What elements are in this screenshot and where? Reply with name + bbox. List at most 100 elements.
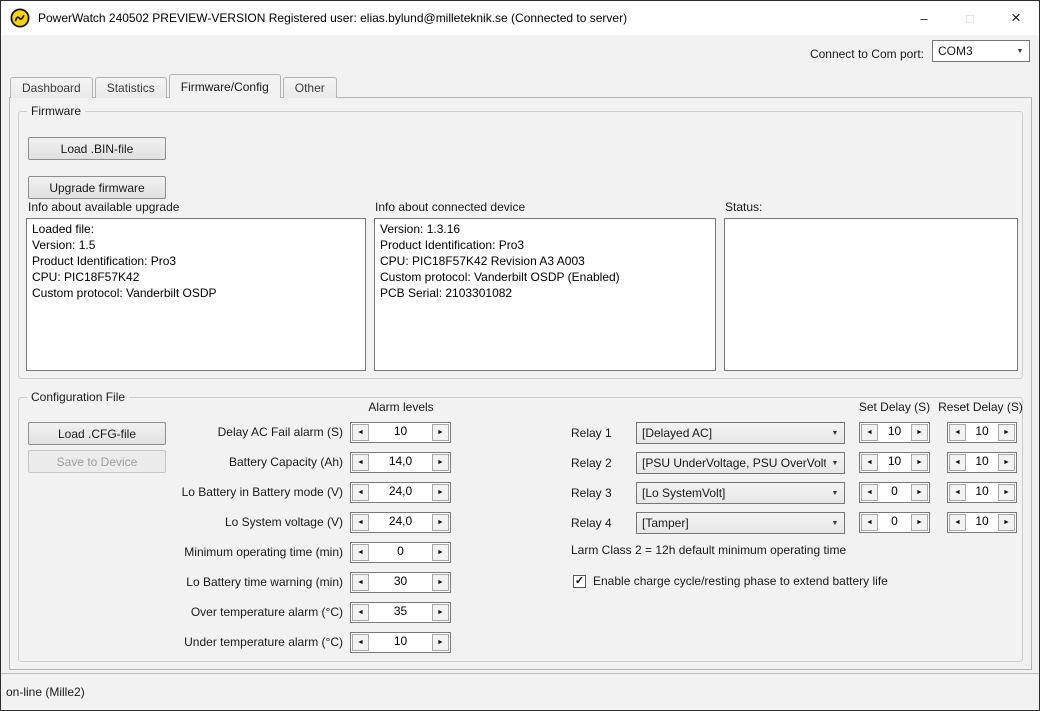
close-button[interactable]: × <box>993 1 1039 35</box>
status-box <box>724 218 1018 371</box>
tab-label: Statistics <box>107 81 155 95</box>
tab-dashboard[interactable]: Dashboard <box>10 77 93 98</box>
spin-right-icon[interactable]: ► <box>911 424 928 441</box>
reset-delay-value[interactable]: 10 <box>967 423 997 442</box>
reset-delay-value[interactable]: 10 <box>967 453 997 472</box>
alarm-label: Over temperature alarm (°C) <box>119 602 343 623</box>
chevron-down-icon: ▼ <box>826 460 844 467</box>
charge-checkbox[interactable]: ✓ <box>573 575 586 588</box>
spin-right-icon[interactable]: ► <box>911 514 928 531</box>
config-group: Configuration File Alarm levels Set Dela… <box>18 397 1023 662</box>
spin-left-icon[interactable]: ◄ <box>949 514 966 531</box>
checkmark-icon: ✓ <box>575 576 584 587</box>
note-row: Larm Class 2 = 12h default minimum opera… <box>19 543 1022 559</box>
reset-delay-spinner[interactable]: ◄ 10 ► <box>947 452 1017 473</box>
spin-right-icon[interactable]: ► <box>911 484 928 501</box>
spin-right-icon[interactable]: ► <box>432 604 449 621</box>
relay-label: Relay 3 <box>571 482 623 504</box>
relay-value: [Delayed AC] <box>637 426 826 440</box>
spin-right-icon[interactable]: ► <box>998 484 1015 501</box>
set-delay-spinner[interactable]: ◄ 10 ► <box>859 452 930 473</box>
spin-left-icon[interactable]: ◄ <box>949 484 966 501</box>
tab-statistics[interactable]: Statistics <box>95 77 167 98</box>
set-delay-spinner[interactable]: ◄ 0 ► <box>859 512 930 533</box>
tab-other[interactable]: Other <box>283 77 337 98</box>
relay-row: Relay 1 [Delayed AC] ▼ ◄ 10 ► ◄ 10 ► <box>19 422 1022 444</box>
spin-left-icon[interactable]: ◄ <box>949 454 966 471</box>
relay-value: [PSU UnderVoltage, PSU OverVolta <box>637 456 826 470</box>
reset-delay-value[interactable]: 10 <box>967 483 997 502</box>
chevron-down-icon: ▼ <box>826 430 844 437</box>
com-port-label: Connect to Com port: <box>810 47 924 61</box>
spin-right-icon[interactable]: ► <box>432 634 449 651</box>
config-group-label: Configuration File <box>27 390 129 404</box>
tab-firmware-config[interactable]: Firmware/Config <box>169 74 281 98</box>
larm-class-note: Larm Class 2 = 12h default minimum opera… <box>571 543 846 557</box>
tab-label: Other <box>295 81 325 95</box>
relay-4-select[interactable]: [Tamper] ▼ <box>636 512 845 534</box>
spin-right-icon[interactable]: ► <box>998 424 1015 441</box>
maximize-button[interactable]: □ <box>947 1 993 35</box>
relay-label: Relay 4 <box>571 512 623 534</box>
spin-right-icon[interactable]: ► <box>998 454 1015 471</box>
connected-device-info: Version: 1.3.16 Product Identification: … <box>374 218 716 371</box>
charge-cycle-row: ✓ Enable charge cycle/resting phase to e… <box>19 574 1022 590</box>
relay-2-select[interactable]: [PSU UnderVoltage, PSU OverVolta ▼ <box>636 452 845 474</box>
status-label: Status: <box>725 200 762 214</box>
spin-left-icon[interactable]: ◄ <box>861 514 878 531</box>
connected-device-label: Info about connected device <box>375 200 525 214</box>
alarm-spinner[interactable]: ◄ 10 ► <box>350 632 451 653</box>
minimize-icon: – <box>920 11 927 26</box>
reset-delay-spinner[interactable]: ◄ 10 ► <box>947 422 1017 443</box>
spin-right-icon[interactable]: ► <box>911 454 928 471</box>
relay-value: [Tamper] <box>637 516 826 530</box>
relay-label: Relay 1 <box>571 422 623 444</box>
relay-row: Relay 2 [PSU UnderVoltage, PSU OverVolta… <box>19 452 1022 474</box>
set-delay-value[interactable]: 10 <box>879 423 910 442</box>
window-controls: – □ × <box>901 1 1039 35</box>
chevron-down-icon: ▼ <box>826 520 844 527</box>
com-port-select[interactable]: COM3 ▼ <box>932 40 1030 62</box>
relay-row: Relay 3 [Lo SystemVolt] ▼ ◄ 0 ► ◄ 10 ► <box>19 482 1022 504</box>
spin-left-icon[interactable]: ◄ <box>352 604 369 621</box>
alarm-spinner[interactable]: ◄ 35 ► <box>350 602 451 623</box>
tab-label: Dashboard <box>22 81 81 95</box>
app-logo-icon <box>10 8 30 28</box>
spin-right-icon[interactable]: ► <box>998 514 1015 531</box>
alarm-label: Under temperature alarm (°C) <box>119 632 343 653</box>
chevron-down-icon: ▼ <box>1011 48 1029 55</box>
relay-row: Relay 4 [Tamper] ▼ ◄ 0 ► ◄ 10 ► <box>19 512 1022 534</box>
set-delay-value[interactable]: 0 <box>879 513 910 532</box>
set-delay-spinner[interactable]: ◄ 0 ► <box>859 482 930 503</box>
available-upgrade-info: Loaded file: Version: 1.5 Product Identi… <box>26 218 366 371</box>
load-bin-button[interactable]: Load .BIN-file <box>28 137 166 160</box>
window-title: PowerWatch 240502 PREVIEW-VERSION Regist… <box>38 11 627 25</box>
status-text: on-line (Mille2) <box>6 685 85 699</box>
alarm-value[interactable]: 10 <box>370 633 431 652</box>
chevron-down-icon: ▼ <box>826 490 844 497</box>
relay-1-select[interactable]: [Delayed AC] ▼ <box>636 422 845 444</box>
firmware-config-page: Firmware Load .BIN-file Upgrade firmware… <box>9 97 1032 670</box>
set-delay-spinner[interactable]: ◄ 10 ► <box>859 422 930 443</box>
reset-delay-spinner[interactable]: ◄ 10 ► <box>947 512 1017 533</box>
alarm-row: Under temperature alarm (°C) ◄ 10 ► <box>19 632 1022 654</box>
spin-left-icon[interactable]: ◄ <box>861 424 878 441</box>
set-delay-value[interactable]: 0 <box>879 483 910 502</box>
spin-left-icon[interactable]: ◄ <box>861 454 878 471</box>
spin-left-icon[interactable]: ◄ <box>861 484 878 501</box>
spin-left-icon[interactable]: ◄ <box>949 424 966 441</box>
status-bar: on-line (Mille2) <box>1 673 1039 710</box>
set-delay-value[interactable]: 10 <box>879 453 910 472</box>
spin-left-icon[interactable]: ◄ <box>352 634 369 651</box>
available-upgrade-label: Info about available upgrade <box>28 200 179 214</box>
com-port-value: COM3 <box>933 44 1011 58</box>
reset-delay-header: Reset Delay (S) <box>928 400 1033 414</box>
relay-3-select[interactable]: [Lo SystemVolt] ▼ <box>636 482 845 504</box>
firmware-group-label: Firmware <box>27 104 85 118</box>
minimize-button[interactable]: – <box>901 1 947 35</box>
reset-delay-value[interactable]: 10 <box>967 513 997 532</box>
reset-delay-spinner[interactable]: ◄ 10 ► <box>947 482 1017 503</box>
upgrade-firmware-button[interactable]: Upgrade firmware <box>28 176 166 199</box>
alarm-value[interactable]: 35 <box>370 603 431 622</box>
titlebar: PowerWatch 240502 PREVIEW-VERSION Regist… <box>1 1 1039 35</box>
